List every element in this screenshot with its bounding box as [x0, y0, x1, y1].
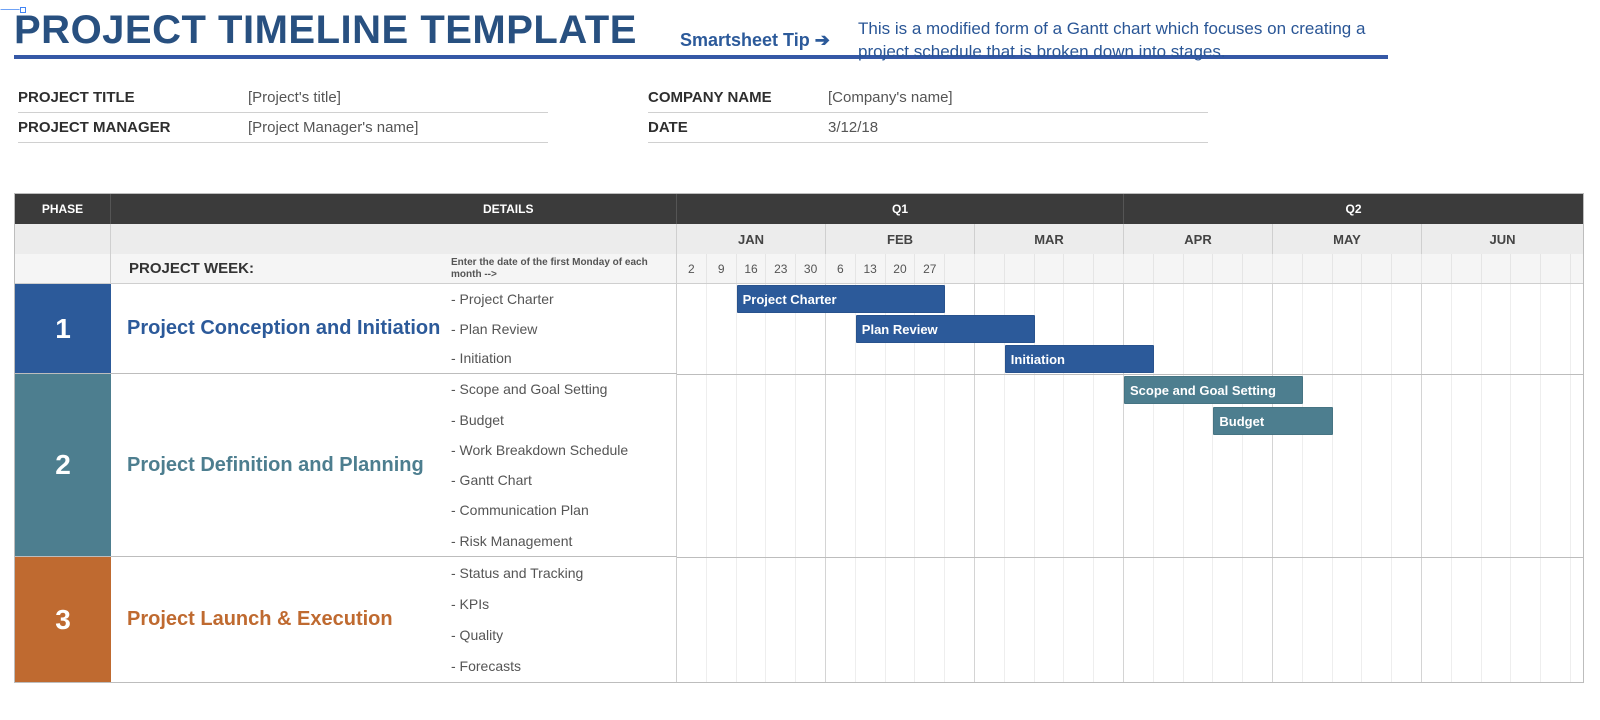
week-cell[interactable]: 9	[707, 254, 737, 283]
detail-item: - Forecasts	[451, 651, 670, 682]
tip-text: This is a modified form of a Gantt chart…	[858, 18, 1378, 64]
gantt-bar[interactable]: Budget	[1213, 407, 1332, 435]
gantt-bar[interactable]: Scope and Goal Setting	[1124, 376, 1303, 404]
week-cell[interactable]: 23	[766, 254, 796, 283]
phase-1-number: 1	[15, 284, 111, 373]
week-cell[interactable]	[1154, 254, 1184, 283]
month-jan: JAN	[677, 224, 826, 254]
timeline-grid: PHASE DETAILS Q1 Q2 JAN FEB MAR APR MAY …	[14, 193, 1584, 683]
week-cell[interactable]	[1482, 254, 1512, 283]
col-header-phase: PHASE	[15, 194, 111, 224]
detail-item: - Project Charter	[451, 284, 670, 314]
week-cell[interactable]	[1035, 254, 1065, 283]
week-hint: Enter the date of the first Monday of ea…	[445, 254, 677, 283]
project-title-value[interactable]: [Project's title]	[248, 83, 548, 113]
week-cell[interactable]: 20	[886, 254, 916, 283]
week-cell[interactable]: 16	[737, 254, 767, 283]
date-label: DATE	[648, 113, 828, 143]
phase-3-number: 3	[15, 557, 111, 682]
week-cell[interactable]	[1273, 254, 1303, 283]
month-may: MAY	[1273, 224, 1422, 254]
week-cell[interactable]	[1005, 254, 1035, 283]
detail-item: - Work Breakdown Schedule	[451, 435, 670, 465]
detail-item: - Status and Tracking	[451, 558, 670, 589]
gantt-bar[interactable]: Project Charter	[737, 285, 946, 313]
week-cell[interactable]	[945, 254, 975, 283]
header-row-months: JAN FEB MAR APR MAY JUN	[15, 224, 1583, 254]
month-feb: FEB	[826, 224, 975, 254]
week-cell[interactable]: 6	[826, 254, 856, 283]
detail-item: - Communication Plan	[451, 495, 670, 525]
detail-item: - Risk Management	[451, 526, 670, 556]
week-cell[interactable]	[1243, 254, 1273, 283]
week-cell[interactable]: 2	[677, 254, 707, 283]
week-cell[interactable]: 30	[796, 254, 826, 283]
week-cell[interactable]	[1333, 254, 1363, 283]
week-cell[interactable]	[1511, 254, 1541, 283]
week-cell[interactable]	[1124, 254, 1154, 283]
phase-2-details: - Scope and Goal Setting - Budget - Work…	[445, 374, 677, 556]
phase-2-number: 2	[15, 374, 111, 556]
phase-2-name: Project Definition and Planning	[111, 374, 445, 556]
arrow-right-icon: ➔	[815, 30, 830, 50]
header-row-1: PHASE DETAILS Q1 Q2	[15, 194, 1583, 224]
project-week-label: PROJECT WEEK:	[111, 254, 445, 283]
week-cell[interactable]	[1392, 254, 1422, 283]
gantt-bar[interactable]: Plan Review	[856, 315, 1035, 343]
phase-3-details: - Status and Tracking - KPIs - Quality -…	[445, 557, 677, 682]
detail-item: - Plan Review	[451, 314, 670, 344]
week-cell[interactable]	[1422, 254, 1452, 283]
selection-handle: ⸺	[0, 0, 26, 17]
month-jun: JUN	[1422, 224, 1583, 254]
gantt-bar[interactable]: Initiation	[1005, 345, 1154, 373]
company-name-label: COMPANY NAME	[648, 83, 828, 113]
detail-item: - Scope and Goal Setting	[451, 374, 670, 404]
project-manager-value[interactable]: [Project Manager's name]	[248, 113, 548, 143]
detail-item: - Quality	[451, 620, 670, 651]
header-row-weeks: PROJECT WEEK: Enter the date of the firs…	[15, 254, 1583, 284]
week-cell[interactable]	[1303, 254, 1333, 283]
phase-3-name: Project Launch & Execution	[111, 557, 445, 682]
meta-fields: PROJECT TITLE [Project's title] PROJECT …	[0, 69, 1600, 143]
gantt-area[interactable]: Project CharterPlan ReviewInitiation Scop…	[677, 284, 1583, 682]
phase-row-2: 2 Project Definition and Planning - Scop…	[15, 374, 677, 557]
company-name-value[interactable]: [Company's name]	[828, 83, 1208, 113]
phase-row-3: 3 Project Launch & Execution - Status an…	[15, 557, 677, 682]
smartsheet-tip-link[interactable]: Smartsheet Tip ➔	[680, 30, 830, 51]
week-cell[interactable]: 27	[915, 254, 945, 283]
week-cell[interactable]	[1184, 254, 1214, 283]
detail-item: - Initiation	[451, 343, 670, 373]
month-mar: MAR	[975, 224, 1124, 254]
col-header-details: DETAILS	[111, 194, 677, 224]
week-cell[interactable]	[1452, 254, 1482, 283]
detail-item: - Gantt Chart	[451, 465, 670, 495]
date-value[interactable]: 3/12/18	[828, 113, 1208, 143]
project-manager-label: PROJECT MANAGER	[18, 113, 248, 143]
col-header-q1: Q1	[677, 194, 1124, 224]
phase-1-name: Project Conception and Initiation	[111, 284, 445, 373]
week-cell[interactable]	[1213, 254, 1243, 283]
project-title-label: PROJECT TITLE	[18, 83, 248, 113]
detail-item: - Budget	[451, 404, 670, 434]
tip-label: Smartsheet Tip	[680, 30, 810, 50]
week-cell[interactable]	[975, 254, 1005, 283]
month-apr: APR	[1124, 224, 1273, 254]
col-header-q2: Q2	[1124, 194, 1583, 224]
week-cell[interactable]	[1064, 254, 1094, 283]
detail-item: - KPIs	[451, 589, 670, 620]
week-cell[interactable]: 13	[856, 254, 886, 283]
phase-1-details: - Project Charter - Plan Review - Initia…	[445, 284, 677, 373]
week-cell[interactable]	[1362, 254, 1392, 283]
week-cell[interactable]	[1094, 254, 1124, 283]
week-cell[interactable]	[1541, 254, 1571, 283]
phase-row-1: 1 Project Conception and Initiation - Pr…	[15, 284, 677, 374]
